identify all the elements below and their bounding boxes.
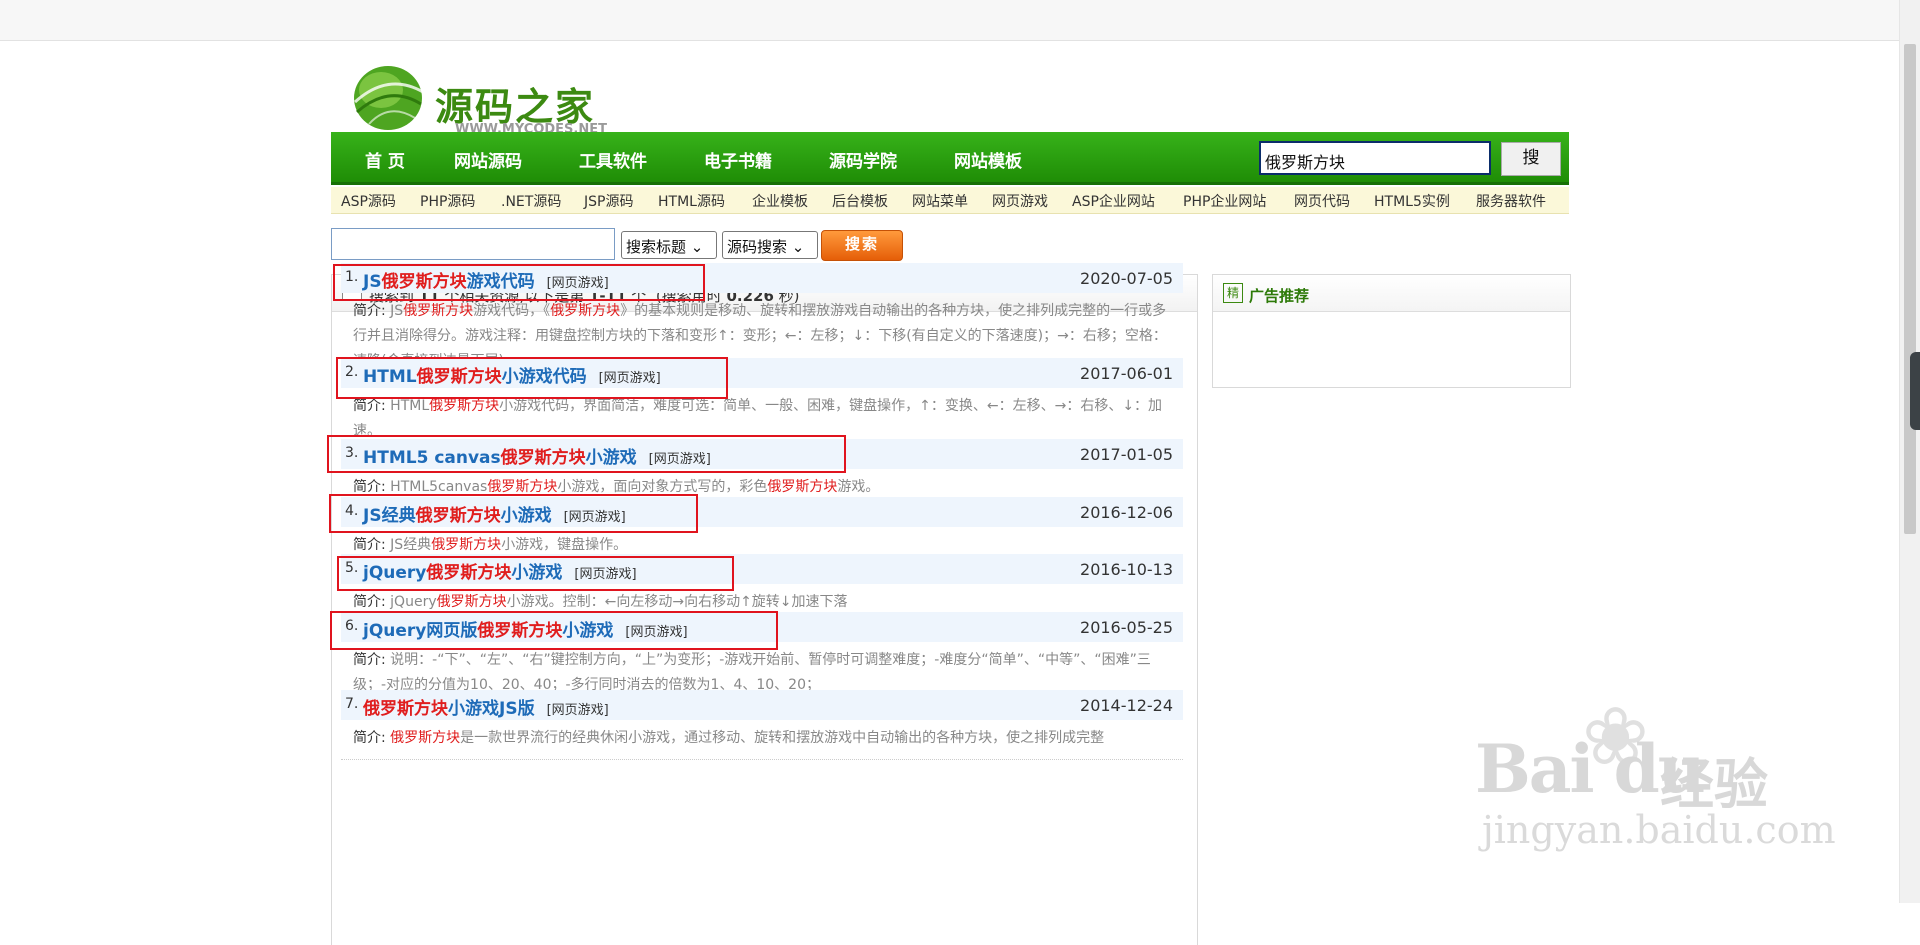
query-bar: 搜索标题 ⌄ 源码搜索 ⌄ 搜索 — [331, 228, 1031, 262]
nav-ebooks[interactable]: 电子书籍 — [704, 147, 772, 172]
result-date: 2017-01-05 — [1080, 445, 1173, 464]
result-category[interactable]: [网页游戏] — [547, 703, 609, 718]
nav-site-source[interactable]: 网站源码 — [454, 147, 522, 172]
result-date: 2016-12-06 — [1080, 503, 1173, 522]
ad-panel: 精 广告推荐 — [1212, 274, 1571, 388]
chevron-down-icon: ⌄ — [690, 238, 704, 256]
annotation-highlight-box — [330, 611, 778, 650]
subnav-item[interactable]: HTML5实例 — [1374, 191, 1450, 211]
chevron-down-icon: ⌄ — [791, 238, 805, 256]
subnav-item[interactable]: 网页游戏 — [992, 191, 1048, 211]
subnav-item[interactable]: 服务器软件 — [1476, 191, 1546, 211]
ad-title: 广告推荐 — [1249, 287, 1310, 305]
result-date: 2016-05-25 — [1080, 618, 1173, 637]
category-subnav: ASP源码 PHP源码 .NET源码 JSP源码 HTML源码 企业模板 后台模… — [331, 187, 1569, 214]
result-title-row: 7. 俄罗斯方块小游戏JS版 [网页游戏] 2014-12-24 — [341, 690, 1183, 720]
result-title-link[interactable]: 俄罗斯方块小游戏JS版 [网页游戏] — [363, 694, 609, 719]
annotation-highlight-box — [337, 556, 734, 591]
browser-top-strip — [0, 0, 1920, 41]
subnav-item[interactable]: PHP企业网站 — [1183, 191, 1266, 211]
query-submit-button[interactable]: 搜索 — [821, 230, 903, 261]
annotation-highlight-box — [329, 494, 698, 533]
nav-search-button[interactable]: 搜 — [1501, 142, 1561, 176]
ad-header: 精 广告推荐 — [1213, 275, 1570, 312]
baidu-jingyan-watermark: ❀ Bai du 经验 jingyan.baidu.com — [1475, 690, 1836, 852]
subnav-item[interactable]: JSP源码 — [584, 191, 633, 211]
side-widget[interactable] — [1910, 352, 1920, 430]
subnav-item[interactable]: 网站菜单 — [912, 191, 968, 211]
nav-home[interactable]: 首 页 — [365, 147, 405, 172]
recommend-icon: 精 — [1223, 283, 1243, 303]
subnav-item[interactable]: ASP企业网站 — [1072, 191, 1155, 211]
annotation-highlight-box — [336, 357, 728, 399]
page-scrollbar[interactable] — [1899, 0, 1920, 903]
globe-logo-icon — [353, 66, 424, 130]
main-nav: 首 页 网站源码 工具软件 电子书籍 源码学院 网站模板 俄罗斯方块 搜 — [331, 132, 1569, 185]
nav-templates[interactable]: 网站模板 — [954, 147, 1022, 172]
subnav-item[interactable]: .NET源码 — [501, 191, 561, 211]
result-item: 7. 俄罗斯方块小游戏JS版 [网页游戏] 2014-12-24 简介: 俄罗斯方块是一… — [341, 690, 1183, 760]
query-input[interactable] — [331, 228, 615, 260]
scrollbar-thumb[interactable] — [1904, 44, 1916, 534]
nav-search-input[interactable]: 俄罗斯方块 — [1259, 141, 1491, 175]
result-date: 2014-12-24 — [1080, 696, 1173, 715]
subnav-item[interactable]: 网页代码 — [1294, 191, 1350, 211]
subnav-item[interactable]: 企业模板 — [752, 191, 808, 211]
search-type-select[interactable]: 源码搜索 ⌄ — [722, 231, 818, 259]
result-date: 2017-06-01 — [1080, 364, 1173, 383]
search-scope-select[interactable]: 搜索标题 ⌄ — [621, 231, 717, 259]
nav-tools[interactable]: 工具软件 — [579, 147, 647, 172]
annotation-highlight-box — [327, 435, 846, 473]
subnav-item[interactable]: 后台模板 — [832, 191, 888, 211]
nav-academy[interactable]: 源码学院 — [829, 147, 897, 172]
annotation-highlight-box — [333, 264, 705, 301]
result-number: 7. — [345, 696, 359, 712]
result-description: 简介: 俄罗斯方块是一款世界流行的经典休闲小游戏，通过移动、旋转和摆放游戏中自动… — [353, 730, 1105, 746]
result-date: 2016-10-13 — [1080, 560, 1173, 579]
subnav-item[interactable]: PHP源码 — [420, 191, 475, 211]
subnav-item[interactable]: HTML源码 — [658, 191, 725, 211]
subnav-item[interactable]: ASP源码 — [341, 191, 396, 211]
result-date: 2020-07-05 — [1080, 269, 1173, 288]
